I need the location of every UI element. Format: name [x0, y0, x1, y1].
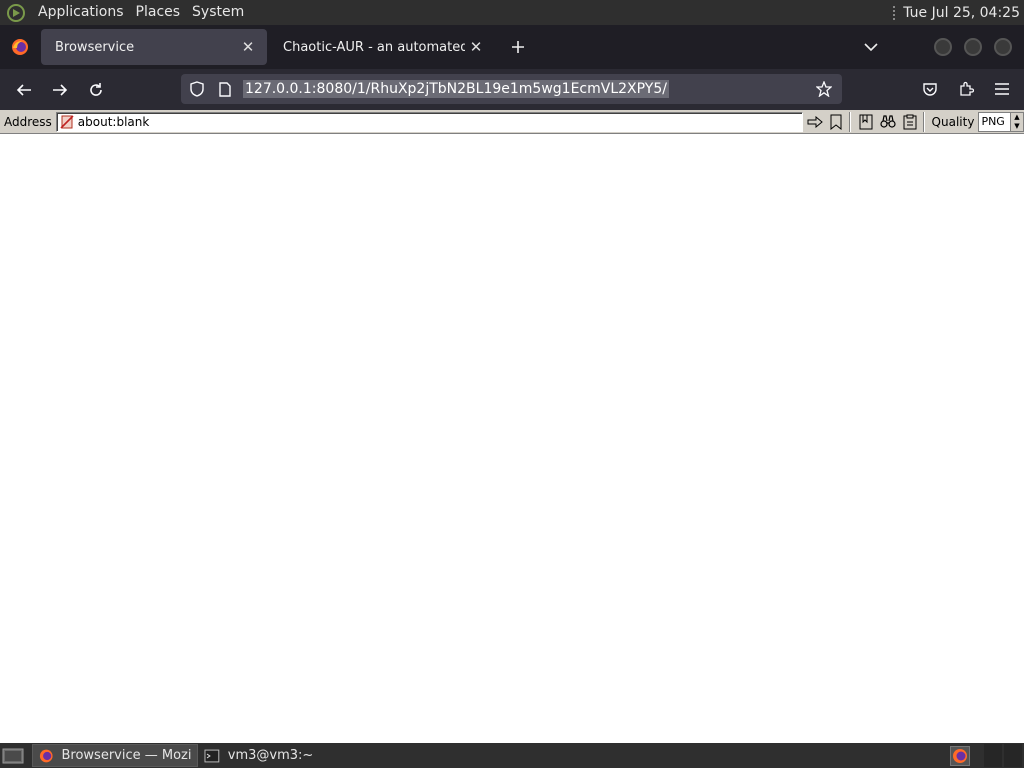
applications-menu[interactable]: Applications — [32, 0, 130, 25]
page-content[interactable] — [0, 135, 1024, 743]
pocket-icon — [923, 83, 937, 96]
address-text[interactable]: about:blank — [78, 115, 150, 129]
quality-spinner[interactable]: ▲ ▼ — [1009, 112, 1023, 131]
go-arrow-icon — [807, 115, 823, 128]
address-field[interactable]: about:blank — [55, 111, 803, 132]
toolbar-separator — [922, 111, 925, 132]
find-button[interactable] — [878, 112, 898, 132]
back-button[interactable] — [8, 74, 40, 106]
clipboard-icon — [903, 114, 917, 129]
places-menu[interactable]: Places — [130, 0, 187, 25]
close-icon[interactable]: ✕ — [465, 36, 487, 58]
forward-arrow-icon — [53, 83, 68, 96]
insecure-site-icon — [60, 114, 74, 129]
go-button[interactable] — [805, 112, 825, 132]
extensions-button[interactable] — [950, 73, 982, 105]
tab-title: Browservice — [55, 39, 135, 55]
new-tab-button[interactable] — [503, 32, 533, 62]
spin-up-icon[interactable]: ▲ — [1014, 113, 1019, 121]
show-desktop-icon[interactable] — [2, 747, 24, 765]
close-icon[interactable]: ✕ — [237, 36, 259, 58]
taskbar-item-label: vm3@vm3:~ — [227, 748, 312, 763]
bookmarks-icon — [859, 114, 873, 129]
navigation-toolbar: 127.0.0.1:8080/1/RhuXp2jTbN2BL19e1m5wg1E… — [0, 69, 1024, 110]
workspace-2[interactable] — [1004, 744, 1022, 767]
clipboard-button[interactable] — [900, 112, 920, 132]
bookmarks-list-button[interactable] — [856, 112, 876, 132]
taskbar-item-terminal[interactable]: vm3@vm3:~ — [198, 744, 318, 767]
hamburger-menu-icon — [995, 83, 1009, 95]
maximize-button[interactable] — [964, 38, 982, 56]
taskbar-item-label: Browservice — Mozi… — [61, 748, 191, 763]
page-info-icon[interactable] — [211, 74, 239, 104]
spin-down-icon[interactable]: ▼ — [1014, 122, 1019, 130]
binoculars-icon — [880, 114, 896, 128]
taskbar: Browservice — Mozi… vm3@vm3:~ — [0, 743, 1024, 768]
distro-logo-icon[interactable] — [6, 3, 26, 23]
tracking-protection-shield-icon[interactable] — [183, 74, 211, 104]
back-arrow-icon — [16, 83, 31, 96]
firefox-icon[interactable] — [11, 38, 29, 56]
tab-chaotic-aur[interactable]: Chaotic-AUR - an automated bu ✕ — [269, 29, 495, 65]
tab-title: Chaotic-AUR - an automated bu — [283, 39, 465, 55]
browservice-toolbar: Address about:blank Quality PNG ▲ ▼ — [0, 110, 1024, 134]
reload-button[interactable] — [80, 74, 112, 106]
tray-firefox-icon[interactable] — [950, 745, 970, 766]
clock[interactable]: Tue Jul 25, 04:25 — [903, 5, 1024, 21]
tab-bar: Browservice ✕ Chaotic-AUR - an automated… — [0, 25, 1024, 69]
chevron-down-icon — [864, 43, 878, 52]
close-window-button[interactable] — [994, 38, 1012, 56]
pocket-button[interactable] — [914, 73, 946, 105]
url-text[interactable]: 127.0.0.1:8080/1/RhuXp2jTbN2BL19e1m5wg1E… — [243, 80, 669, 98]
quality-value: PNG — [981, 115, 1005, 128]
quality-label: Quality — [931, 114, 975, 129]
puzzle-icon — [960, 81, 974, 96]
bookmark-star-icon[interactable] — [812, 77, 836, 101]
firefox-icon — [39, 749, 53, 762]
plus-icon — [512, 41, 524, 53]
list-all-tabs-button[interactable] — [856, 32, 886, 62]
workspace-1[interactable] — [984, 744, 1002, 767]
system-menu[interactable]: System — [186, 0, 250, 25]
minimize-button[interactable] — [934, 38, 952, 56]
app-menu-button[interactable] — [986, 73, 1018, 105]
reload-icon — [90, 82, 102, 96]
bookmark-button[interactable] — [826, 112, 846, 132]
address-label: Address — [4, 114, 52, 129]
url-bar[interactable]: 127.0.0.1:8080/1/RhuXp2jTbN2BL19e1m5wg1E… — [181, 74, 842, 104]
forward-button[interactable] — [44, 74, 76, 106]
tab-browservice[interactable]: Browservice ✕ — [41, 29, 267, 65]
terminal-icon — [204, 749, 220, 762]
toolbar-separator — [849, 111, 852, 132]
top-panel: Applications Places System Tue Jul 25, 0… — [0, 0, 1024, 25]
panel-handle[interactable] — [893, 5, 897, 20]
quality-selector[interactable]: PNG ▲ ▼ — [978, 111, 1024, 132]
bookmark-icon — [830, 114, 842, 130]
taskbar-item-browservice[interactable]: Browservice — Mozi… — [32, 744, 198, 767]
